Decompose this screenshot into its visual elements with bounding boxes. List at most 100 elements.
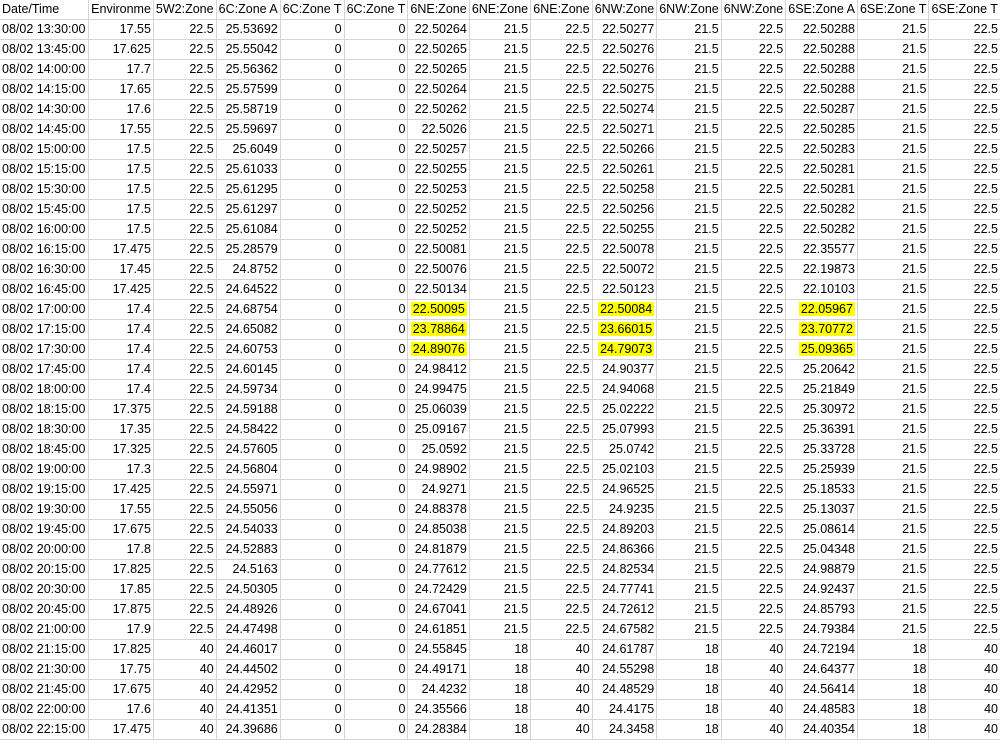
column-header-cell[interactable]: 6NE:Zone (407, 0, 470, 20)
data-cell[interactable]: 21.5 (656, 279, 722, 300)
data-cell[interactable]: 0 (344, 139, 409, 160)
data-cell[interactable]: 22.5 (721, 519, 787, 540)
data-cell[interactable]: 0 (280, 619, 345, 640)
data-cell[interactable]: 24.55845 (407, 639, 470, 660)
data-cell[interactable]: 24.9235 (592, 499, 658, 520)
data-cell[interactable]: 25.13037 (785, 499, 858, 520)
data-cell[interactable]: 0 (280, 359, 345, 380)
data-cell[interactable]: 22.5 (928, 199, 1000, 220)
data-cell[interactable]: 21.5 (857, 619, 930, 640)
datetime-cell[interactable]: 08/02 16:00:00 (0, 219, 90, 240)
data-cell[interactable]: 22.5 (928, 399, 1000, 420)
datetime-cell[interactable]: 08/02 20:00:00 (0, 539, 90, 560)
data-cell[interactable]: 22.19873 (785, 259, 858, 280)
data-cell[interactable]: 24.86366 (592, 539, 658, 560)
data-cell[interactable]: 21.5 (469, 519, 532, 540)
datetime-cell[interactable]: 08/02 19:00:00 (0, 459, 90, 480)
data-cell[interactable]: 0 (280, 19, 345, 40)
data-cell[interactable]: 0 (280, 479, 345, 500)
data-cell[interactable]: 17.35 (88, 419, 154, 440)
data-cell[interactable]: 21.5 (857, 219, 930, 240)
data-cell[interactable]: 22.5 (721, 499, 787, 520)
datetime-cell[interactable]: 08/02 14:00:00 (0, 59, 90, 80)
data-cell[interactable]: 18 (469, 639, 532, 660)
data-cell[interactable]: 22.50281 (785, 179, 858, 200)
data-cell[interactable]: 24.60753 (216, 339, 281, 360)
data-cell[interactable]: 22.5 (721, 59, 787, 80)
data-cell[interactable]: 17.4 (88, 379, 154, 400)
data-cell[interactable]: 24.90377 (592, 359, 658, 380)
data-cell[interactable]: 17.7 (88, 59, 154, 80)
data-cell[interactable]: 0 (280, 599, 345, 620)
data-cell[interactable]: 40 (928, 659, 1000, 680)
data-cell[interactable]: 22.5 (928, 299, 1000, 320)
data-cell[interactable]: 22.5 (928, 519, 1000, 540)
data-cell[interactable]: 24.49171 (407, 659, 470, 680)
data-cell[interactable]: 22.5 (928, 319, 1000, 340)
data-cell[interactable]: 17.75 (88, 659, 154, 680)
data-cell[interactable]: 0 (280, 499, 345, 520)
data-cell[interactable]: 0 (280, 59, 345, 80)
data-cell[interactable]: 24.77741 (592, 579, 658, 600)
data-cell[interactable]: 22.50288 (785, 79, 858, 100)
data-cell[interactable]: 24.98412 (407, 359, 470, 380)
data-cell[interactable]: 24.3458 (592, 719, 658, 740)
data-cell[interactable]: 21.5 (656, 139, 722, 160)
data-cell[interactable]: 22.50262 (407, 99, 470, 120)
data-cell[interactable]: 0 (344, 259, 409, 280)
data-cell[interactable]: 22.50265 (407, 59, 470, 80)
data-cell[interactable]: 24.82534 (592, 559, 658, 580)
datetime-cell[interactable]: 08/02 16:15:00 (0, 239, 90, 260)
data-cell[interactable]: 22.50285 (785, 119, 858, 140)
data-cell[interactable]: 22.5 (721, 479, 787, 500)
data-cell[interactable]: 21.5 (656, 199, 722, 220)
data-cell[interactable]: 17.5 (88, 179, 154, 200)
data-cell[interactable]: 0 (280, 379, 345, 400)
datetime-cell[interactable]: 08/02 15:45:00 (0, 199, 90, 220)
data-cell[interactable]: 22.5 (530, 239, 593, 260)
data-cell[interactable]: 22.5 (153, 619, 217, 640)
data-cell[interactable]: 18 (857, 699, 930, 720)
data-cell[interactable]: 22.5 (721, 179, 787, 200)
data-cell[interactable]: 17.475 (88, 239, 154, 260)
data-cell[interactable]: 0 (344, 159, 409, 180)
data-cell[interactable]: 17.475 (88, 719, 154, 740)
data-cell[interactable]: 22.5 (530, 59, 593, 80)
data-cell[interactable]: 22.5 (153, 439, 217, 460)
data-cell[interactable]: 22.5 (928, 459, 1000, 480)
data-cell[interactable]: 40 (928, 719, 1000, 740)
data-cell[interactable]: 22.5 (928, 419, 1000, 440)
data-cell[interactable]: 25.53692 (216, 19, 281, 40)
data-cell[interactable]: 25.56362 (216, 59, 281, 80)
data-cell[interactable]: 21.5 (857, 519, 930, 540)
data-cell[interactable]: 21.5 (857, 139, 930, 160)
data-cell[interactable]: 24.89203 (592, 519, 658, 540)
data-cell[interactable]: 17.675 (88, 679, 154, 700)
data-cell[interactable]: 0 (280, 39, 345, 60)
data-cell[interactable]: 21.5 (656, 459, 722, 480)
data-cell[interactable]: 22.5 (153, 199, 217, 220)
data-cell[interactable]: 21.5 (656, 339, 722, 360)
data-cell[interactable]: 22.5 (721, 299, 787, 320)
data-cell[interactable]: 17.55 (88, 19, 154, 40)
data-cell[interactable]: 22.5 (153, 579, 217, 600)
data-cell[interactable]: 21.5 (469, 139, 532, 160)
data-cell[interactable]: 0 (344, 79, 409, 100)
data-cell[interactable]: 22.50256 (592, 199, 658, 220)
data-cell[interactable]: 22.5 (928, 619, 1000, 640)
data-cell[interactable]: 24.56414 (785, 679, 858, 700)
data-cell[interactable]: 22.50255 (407, 159, 470, 180)
data-cell[interactable]: 40 (721, 639, 787, 660)
data-cell[interactable]: 21.5 (857, 599, 930, 620)
data-cell[interactable]: 24.42952 (216, 679, 281, 700)
data-cell[interactable]: 40 (721, 679, 787, 700)
data-cell[interactable]: 21.5 (469, 119, 532, 140)
data-cell[interactable]: 22.5 (530, 479, 593, 500)
data-cell[interactable]: 22.50264 (407, 19, 470, 40)
data-cell[interactable]: 25.36391 (785, 419, 858, 440)
data-cell[interactable]: 21.5 (656, 399, 722, 420)
highlighted-data-cell[interactable]: 23.70772 (785, 319, 858, 340)
data-cell[interactable]: 22.5 (530, 519, 593, 540)
data-cell[interactable]: 40 (530, 659, 593, 680)
data-cell[interactable]: 21.5 (656, 379, 722, 400)
